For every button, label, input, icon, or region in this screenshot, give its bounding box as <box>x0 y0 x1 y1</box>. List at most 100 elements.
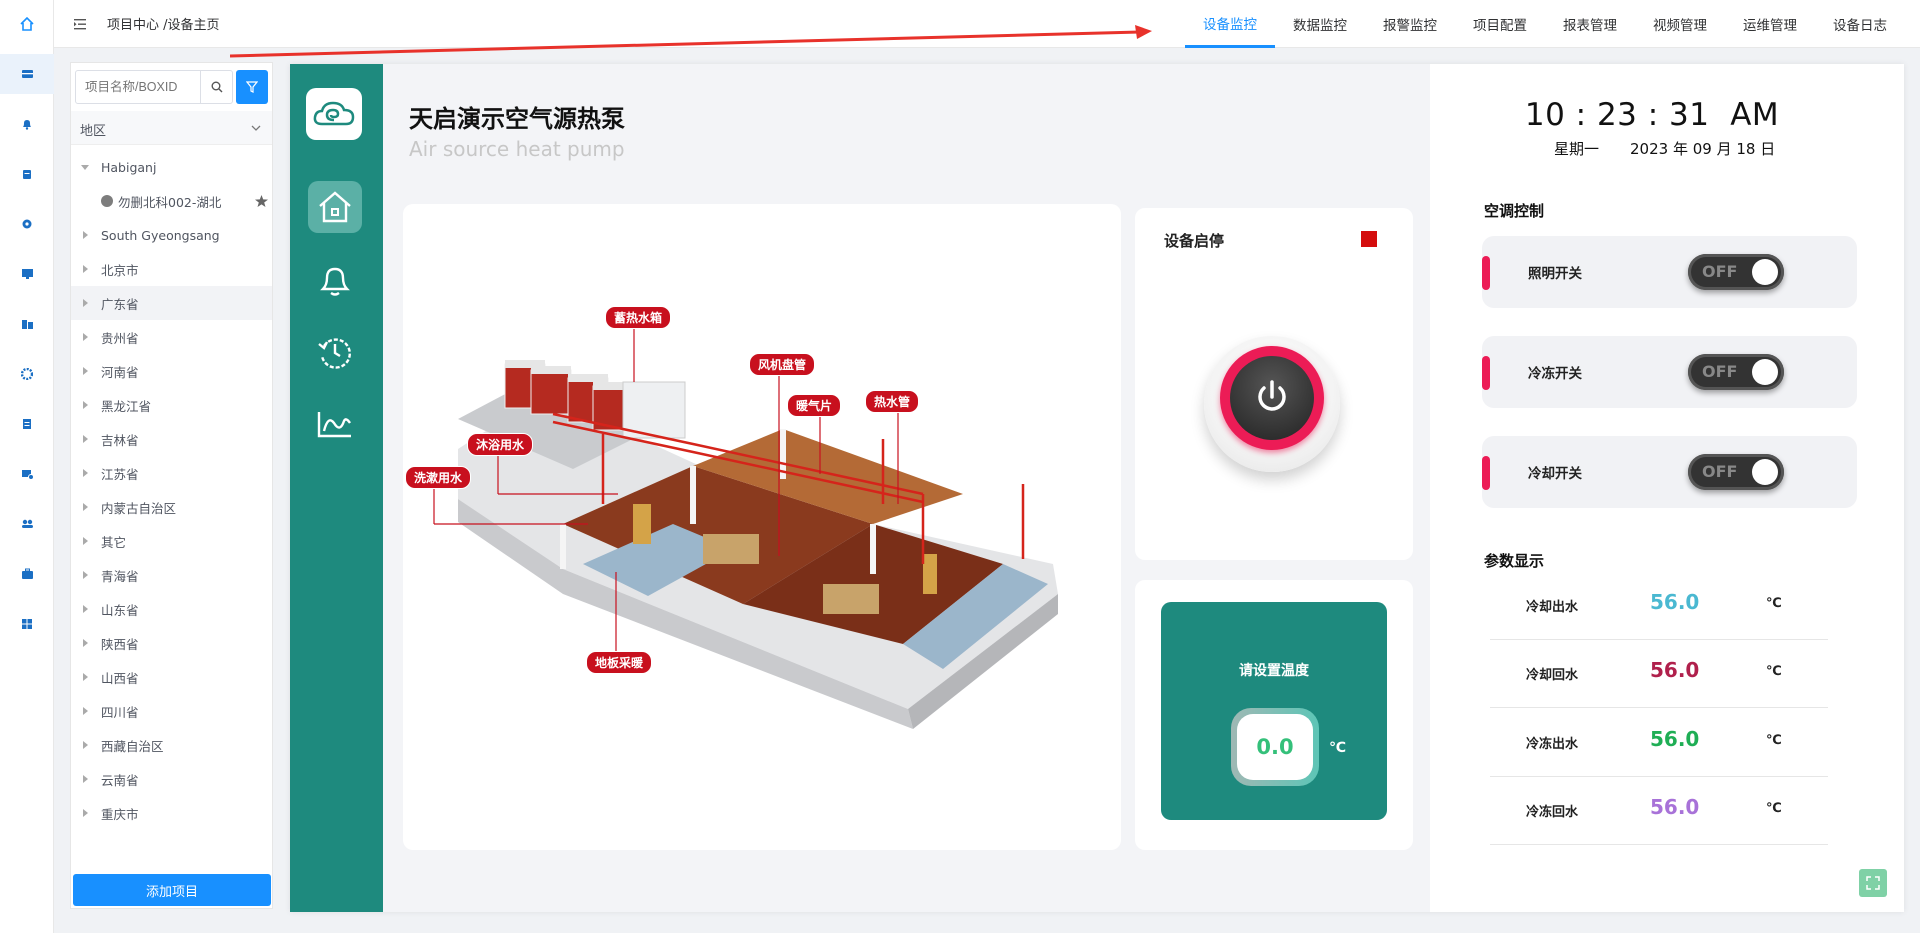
alarm-menu-button[interactable] <box>308 254 362 306</box>
add-project-button[interactable]: 添加项目 <box>73 874 271 906</box>
temperature-value-input[interactable]: 0.0 <box>1237 714 1313 780</box>
home-menu-button[interactable] <box>308 181 362 233</box>
tree-node-label: 黑龙江省 <box>101 398 152 414</box>
report-icon[interactable] <box>0 404 54 444</box>
caret-right-icon <box>83 299 88 307</box>
tab-project-config[interactable]: 项目配置 <box>1455 0 1545 48</box>
fullscreen-button[interactable] <box>1859 869 1887 897</box>
breadcrumb: 项目中心 /设备主页 <box>107 18 220 33</box>
tab-ops-management[interactable]: 运维管理 <box>1725 0 1815 48</box>
tab-device-monitor[interactable]: 设备监控 <box>1185 0 1275 48</box>
search-input[interactable] <box>76 71 200 103</box>
tree-node-region[interactable]: South Gyeongsang <box>71 218 272 252</box>
tree-node-region[interactable]: 西藏自治区 <box>71 728 272 762</box>
param-label: 冷冻出水 <box>1526 737 1579 752</box>
label-heat-storage-tank: 蓄热水箱 <box>605 306 672 329</box>
toggle-knob <box>1752 459 1778 485</box>
switch-label: 照明开关 <box>1528 266 1582 282</box>
toggle-state: OFF <box>1702 462 1738 481</box>
tree-node-region[interactable]: 河南省 <box>71 354 272 388</box>
param-label: 冷却出水 <box>1526 600 1579 615</box>
caret-right-icon <box>83 537 88 545</box>
bell-icon <box>320 267 350 296</box>
label-floor-heating: 地板采暖 <box>586 651 653 674</box>
tree-node-region[interactable]: 重庆市 <box>71 796 272 830</box>
building-icon[interactable] <box>0 304 54 344</box>
tree-node-region[interactable]: 吉林省 <box>71 422 272 456</box>
house-icon <box>319 191 351 223</box>
tree-node-region[interactable]: 四川省 <box>71 694 272 728</box>
switch-label: 冷冻开关 <box>1528 366 1582 382</box>
tree-node-label: 吉林省 <box>101 432 139 448</box>
tree-node-region[interactable]: 青海省 <box>71 558 272 592</box>
expand-icon <box>1866 876 1880 890</box>
caret-right-icon <box>83 639 88 647</box>
project-sidebar: 地区 Habiganj 勿删北科002-湖北 添加项目 South Gyeong… <box>70 62 273 909</box>
label-fan-coil: 风机盘管 <box>749 353 816 376</box>
cloud-logo-icon <box>306 88 362 140</box>
search-icon[interactable] <box>200 71 232 103</box>
tab-alarm-monitor[interactable]: 报警监控 <box>1365 0 1455 48</box>
tree-node-region[interactable]: 黑龙江省 <box>71 388 272 422</box>
cooling-toggle[interactable]: OFF <box>1688 454 1784 490</box>
users-icon[interactable] <box>0 504 54 544</box>
trend-menu-button[interactable] <box>308 398 362 450</box>
tree-node-region[interactable]: 其它 <box>71 524 272 558</box>
set-temperature-title: 请设置温度 <box>1239 663 1309 679</box>
star-icon[interactable] <box>255 195 268 207</box>
dashboard-icon[interactable] <box>0 604 54 644</box>
tree-node-region[interactable]: 山西省 <box>71 660 272 694</box>
tree-node-region[interactable]: 山东省 <box>71 592 272 626</box>
menu-fold-icon[interactable] <box>74 16 88 35</box>
tab-video-management[interactable]: 视频管理 <box>1635 0 1725 48</box>
tree-node-label: 西藏自治区 <box>101 738 164 754</box>
tree-node-region[interactable]: 北京市 <box>71 252 272 286</box>
caret-right-icon <box>83 435 88 443</box>
device-subtitle: Air source heat pump <box>409 137 625 161</box>
tree-node-region[interactable]: 广东省 <box>71 286 272 320</box>
tab-data-monitor[interactable]: 数据监控 <box>1275 0 1365 48</box>
database-icon[interactable] <box>0 154 54 194</box>
param-unit: ℃ <box>1766 596 1782 611</box>
filter-button[interactable] <box>236 70 268 104</box>
home-icon[interactable] <box>0 4 54 44</box>
tree-leaf-project[interactable]: 勿删北科002-湖北 <box>71 184 272 218</box>
tree-node-region[interactable]: 江苏省 <box>71 456 272 490</box>
tree-node-label: 广东省 <box>101 296 139 312</box>
monitor-icon[interactable] <box>0 54 54 94</box>
switch-accent-bar <box>1482 456 1490 490</box>
tree-node-region[interactable]: 云南省 <box>71 762 272 796</box>
cooling-switch-row: 冷却开关 OFF <box>1482 436 1857 508</box>
param-value: 56.0 <box>1650 795 1700 819</box>
settings-icon[interactable] <box>0 204 54 244</box>
tab-report-management[interactable]: 报表管理 <box>1545 0 1635 48</box>
temperature-unit: ℃ <box>1329 740 1346 756</box>
tree-node-label: 云南省 <box>101 772 139 788</box>
param-row: 冷冻出水 56.0 ℃ <box>1490 709 1828 777</box>
device-side-menu <box>290 64 383 912</box>
screen-icon[interactable] <box>0 254 54 294</box>
device-settings-icon[interactable] <box>0 454 54 494</box>
tab-device-log[interactable]: 设备日志 <box>1815 0 1905 48</box>
bell-icon[interactable] <box>0 104 54 144</box>
param-value: 56.0 <box>1650 727 1700 751</box>
tree-node-habiganj[interactable]: Habiganj <box>71 150 272 184</box>
history-menu-button[interactable] <box>308 326 362 378</box>
gear-icon[interactable] <box>0 354 54 394</box>
region-select[interactable]: 地区 <box>71 111 272 145</box>
switch-accent-bar <box>1482 256 1490 290</box>
annotation-arrow <box>230 25 1152 58</box>
briefcase-icon[interactable] <box>0 554 54 594</box>
param-unit: ℃ <box>1766 801 1782 816</box>
caret-right-icon <box>83 741 88 749</box>
tree-node-region[interactable]: 陕西省 <box>71 626 272 660</box>
caret-down-icon <box>81 165 89 170</box>
power-button[interactable] <box>1220 346 1324 450</box>
tree-node-region[interactable]: 贵州省 <box>71 320 272 354</box>
freeze-toggle[interactable]: OFF <box>1688 354 1784 390</box>
param-value: 56.0 <box>1650 658 1700 682</box>
tree-node-label: 山西省 <box>101 670 139 686</box>
tree-node-region[interactable]: 内蒙古自治区 <box>71 490 272 524</box>
tree-node-label: 北京市 <box>101 262 139 278</box>
lighting-toggle[interactable]: OFF <box>1688 254 1784 290</box>
